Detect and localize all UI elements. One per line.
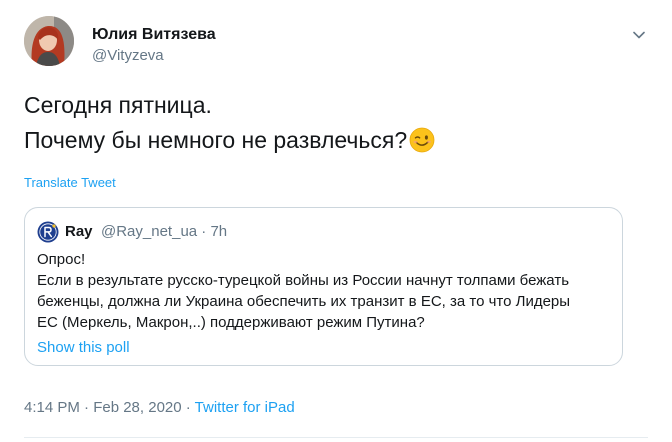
tweet-timestamp[interactable]: 4:14 PM · Feb 28, 2020 · bbox=[24, 399, 195, 416]
tweet-timestamp-row: 4:14 PM · Feb 28, 2020 · Twitter for iPa… bbox=[24, 399, 295, 416]
tweet-text-line-1: Сегодня пятница. bbox=[24, 92, 212, 118]
quoted-author-name[interactable]: Ray bbox=[65, 223, 93, 240]
quoted-tweet[interactable]: Ray @Ray_net_ua · 7h Опрос! Если в резул… bbox=[24, 207, 623, 366]
chevron-down-icon[interactable] bbox=[630, 26, 648, 44]
meta-separator: · bbox=[197, 223, 211, 240]
tweet-card: Юлия Витязева @Vityzeva Сегодня пятница.… bbox=[0, 0, 672, 442]
quoted-text-line-1: Опрос! bbox=[37, 251, 86, 268]
show-poll-link[interactable]: Show this poll bbox=[37, 339, 130, 356]
quoted-meta: @Ray_net_ua · 7h bbox=[101, 223, 227, 240]
quoted-text-line-4: ЕС (Меркель, Макрон,..) поддерживают реж… bbox=[37, 314, 425, 331]
quoted-author-handle[interactable]: @Ray_net_ua bbox=[101, 223, 197, 240]
author-name[interactable]: Юлия Витязева bbox=[92, 26, 216, 44]
translate-tweet-link[interactable]: Translate Tweet bbox=[24, 175, 116, 190]
quoted-text-line-2: Если в результате русско-турецкой войны … bbox=[37, 272, 570, 289]
tweet-text-line-2-text: Почему бы немного не развлечься? bbox=[24, 127, 408, 153]
winking-face-emoji-icon bbox=[409, 127, 435, 153]
tweet-text: Сегодня пятница. Почему бы немного не ра… bbox=[24, 88, 644, 158]
ray-logo-icon[interactable] bbox=[37, 221, 59, 243]
tweet-source-link[interactable]: Twitter for iPad bbox=[195, 399, 295, 416]
author-handle[interactable]: @Vityzeva bbox=[92, 47, 164, 64]
divider bbox=[24, 437, 648, 438]
avatar-photo bbox=[24, 16, 74, 66]
quoted-text-line-3: беженцы, должна ли Украина обеспечить их… bbox=[37, 293, 571, 310]
tweet-text-line-2: Почему бы немного не развлечься? bbox=[24, 123, 644, 158]
quoted-time[interactable]: 7h bbox=[210, 223, 227, 240]
quoted-text: Опрос! Если в результате русско-турецкой… bbox=[37, 249, 615, 333]
author-avatar[interactable] bbox=[24, 16, 74, 66]
